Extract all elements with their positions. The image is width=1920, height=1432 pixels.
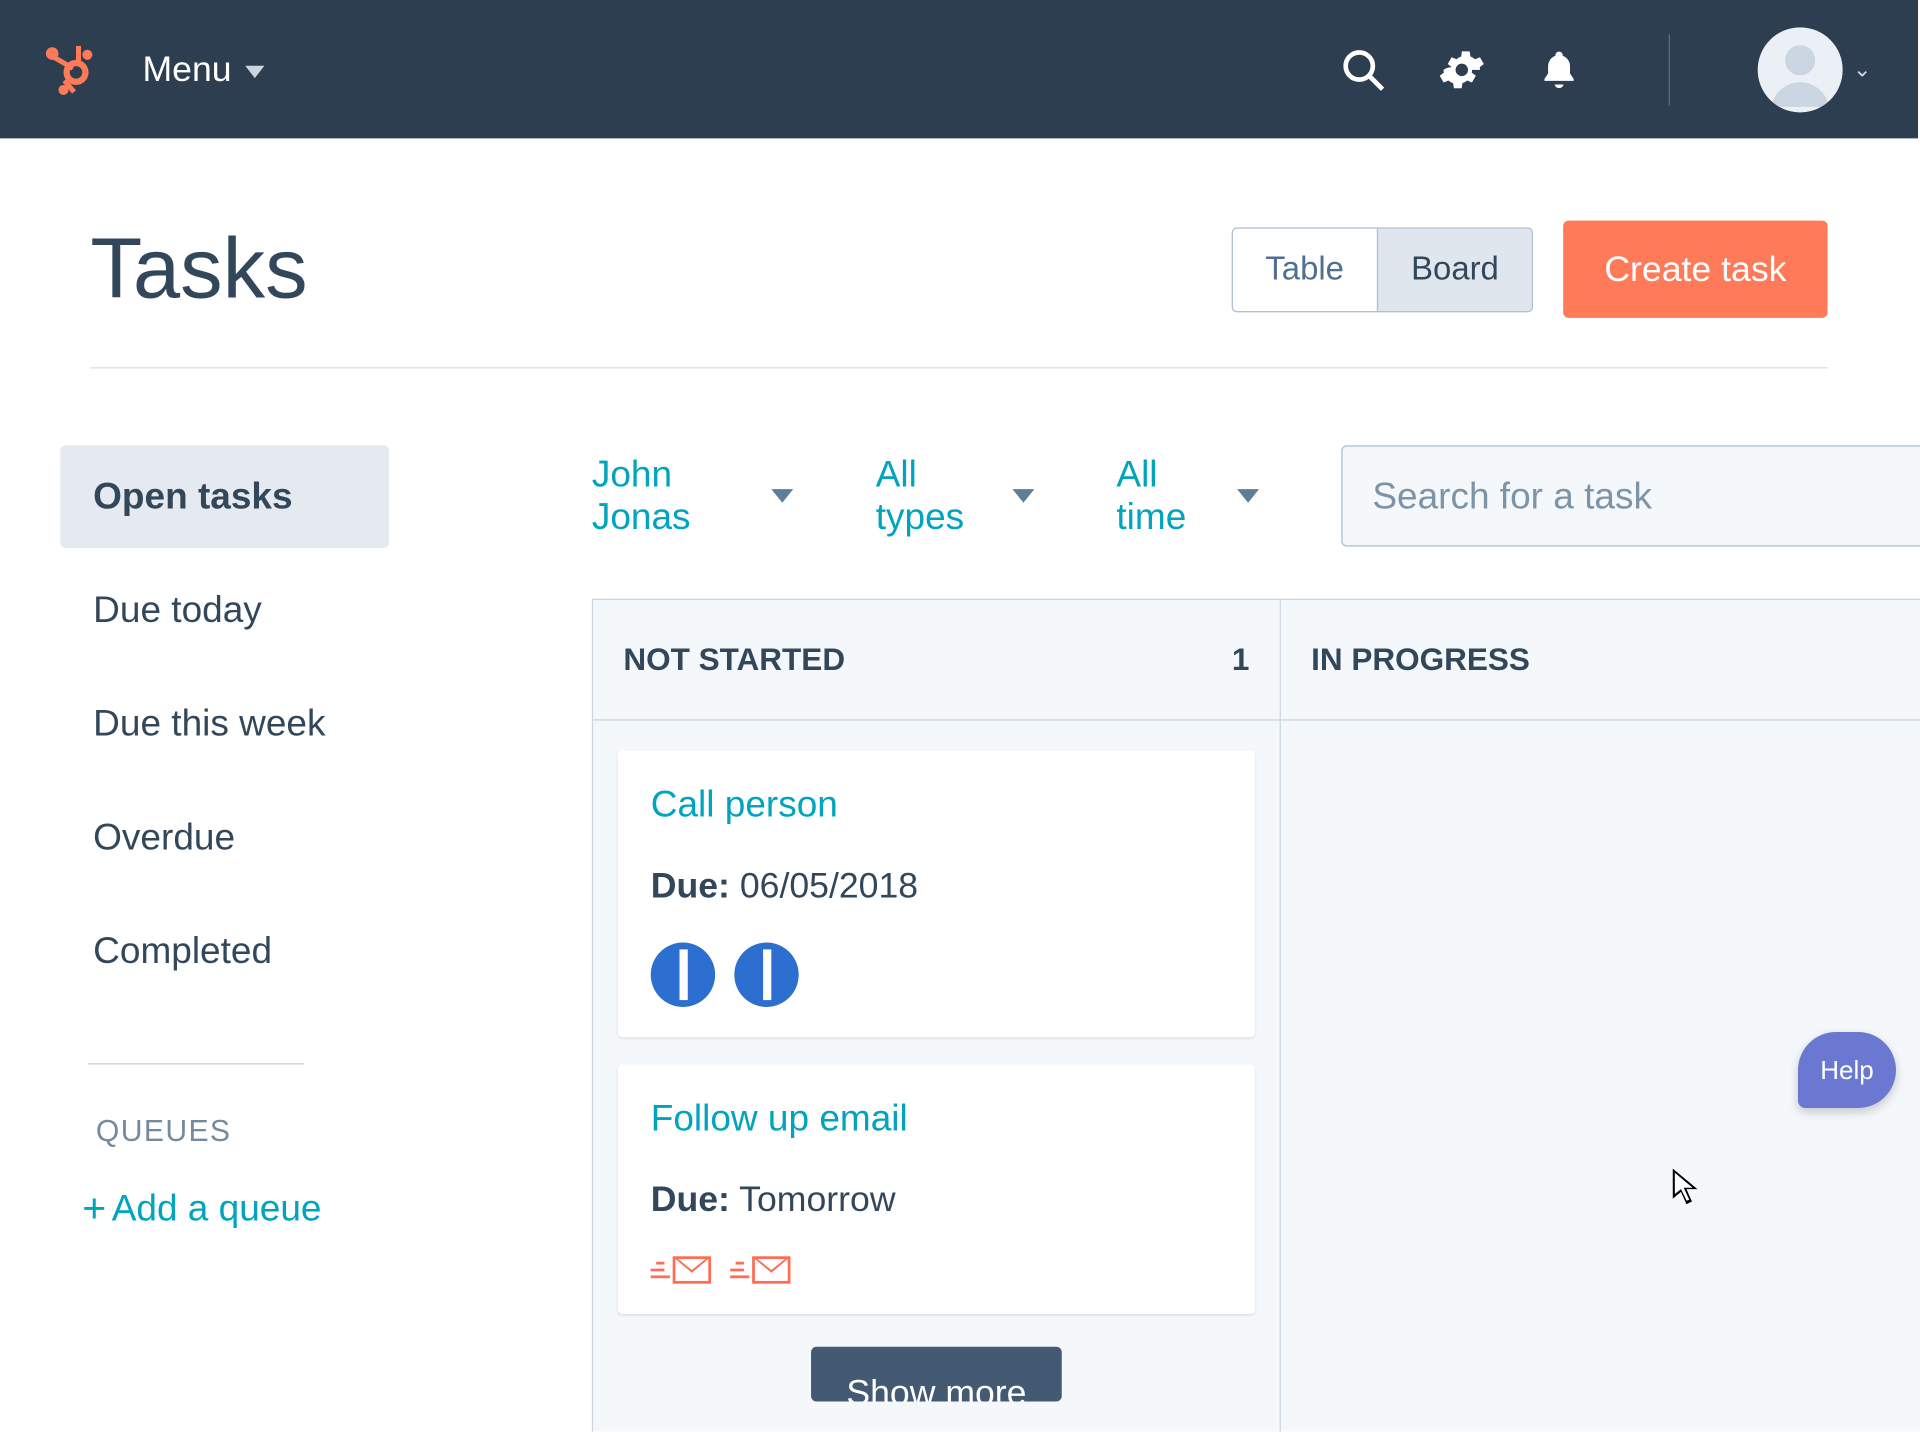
task-card[interactable]: Follow up email Due: Tomorrow [618,1064,1255,1313]
sidebar: Open tasks Due today Due this week Overd… [0,445,592,1431]
filter-owner-label: John Jonas [592,453,753,538]
column-body [1281,721,1920,781]
search-icon[interactable] [1339,46,1386,93]
contact-avatar-icon[interactable] [734,943,798,1007]
task-related-icons [651,1256,1222,1283]
content-body: Open tasks Due today Due this week Overd… [0,445,1918,1431]
filter-time-dropdown[interactable]: All time [1116,453,1258,538]
queues-heading: QUEUES [96,1114,592,1150]
view-toggle-board[interactable]: Board [1377,228,1532,310]
kanban-board: NOT STARTED 1 Call person Due: 06/05/201… [592,599,1920,1432]
column-body: Call person Due: 06/05/2018 Follow up em… [593,721,1279,1432]
filter-owner-dropdown[interactable]: John Jonas [592,453,794,538]
filter-type-label: All types [876,453,993,538]
show-more-button[interactable]: Show more [811,1347,1062,1402]
menu-label: Menu [142,48,231,90]
search-input[interactable] [1372,475,1920,517]
main-content: John Jonas All types All time [592,445,1920,1431]
task-title: Call person [651,784,1222,826]
column-not-started: NOT STARTED 1 Call person Due: 06/05/201… [593,600,1281,1432]
top-nav: Menu ⌄ [0,0,1918,138]
due-label: Due: [651,1178,730,1219]
account-avatar-menu[interactable]: ⌄ [1757,27,1871,112]
column-title: NOT STARTED [623,641,845,678]
column-title: IN PROGRESS [1311,641,1530,678]
contact-avatar-icon[interactable] [651,943,715,1007]
task-card[interactable]: Call person Due: 06/05/2018 [618,751,1255,1037]
sidebar-item-due-today[interactable]: Due today [60,559,389,662]
divider [88,1063,304,1064]
filter-type-dropdown[interactable]: All types [876,453,1034,538]
column-count: 1 [1232,641,1250,678]
user-avatar-icon [1757,27,1842,112]
menu-dropdown[interactable]: Menu [142,48,264,90]
view-toggle-table[interactable]: Table [1232,228,1376,310]
sidebar-item-open-tasks[interactable]: Open tasks [60,445,389,548]
sidebar-item-completed[interactable]: Completed [60,900,389,1003]
sidebar-item-overdue[interactable]: Overdue [60,786,389,889]
add-queue-button[interactable]: + Add a queue [82,1188,321,1230]
search-task-box[interactable] [1341,445,1920,546]
settings-gear-icon[interactable] [1438,46,1485,93]
help-label: Help [1820,1055,1873,1086]
divider [90,367,1827,368]
task-due: Due: 06/05/2018 [651,864,1222,906]
chevron-down-icon [772,489,794,503]
due-value: Tomorrow [739,1178,895,1219]
separator [1668,34,1669,105]
column-header: IN PROGRESS 0 [1281,600,1920,721]
page-title: Tasks [90,221,307,318]
column-in-progress: IN PROGRESS 0 [1281,600,1920,1432]
chevron-down-icon [1012,489,1034,503]
chevron-down-icon [245,66,264,78]
notifications-bell-icon[interactable] [1537,47,1581,91]
create-task-button[interactable]: Create task [1563,221,1827,318]
view-toggle: Table Board [1231,227,1533,312]
chevron-down-icon: ⌄ [1853,55,1871,82]
hubspot-logo-icon [38,39,98,99]
page-header: Tasks Table Board Create task [90,221,1827,318]
sequence-email-icon[interactable] [730,1256,790,1283]
add-queue-label: Add a queue [112,1188,322,1230]
task-due: Due: Tomorrow [651,1178,1222,1220]
due-label: Due: [651,864,730,905]
plus-icon: + [82,1188,106,1229]
help-widget-button[interactable]: Help [1798,1032,1896,1108]
filter-time-label: All time [1116,453,1217,538]
sidebar-item-due-this-week[interactable]: Due this week [60,673,389,776]
filters-row: John Jonas All types All time [592,445,1920,546]
task-related-icons [651,943,1222,1007]
due-value: 06/05/2018 [740,864,918,905]
column-header: NOT STARTED 1 [593,600,1279,721]
task-title: Follow up email [651,1097,1222,1139]
chevron-down-icon [1237,489,1259,503]
sequence-email-icon[interactable] [651,1256,711,1283]
